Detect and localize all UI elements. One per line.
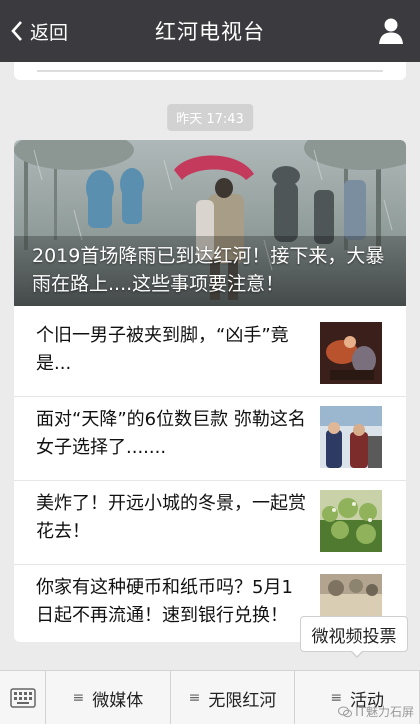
menu-label: 微媒体 <box>92 690 144 711</box>
menu-list-icon: ≡ <box>188 690 201 706</box>
divider <box>37 70 383 72</box>
watermark-text: IT魅力石屏 <box>355 705 414 719</box>
submenu-item-label: 微视频投票 <box>311 626 397 647</box>
article-title: 个旧一男子被夹到脚，“凶手”竟是... <box>36 325 289 374</box>
article-title: 面对“天降”的6位数巨款 弥勒这名女子选择了....... <box>36 409 306 458</box>
menu-weimeiti[interactable]: ≡ 微媒体 <box>46 671 171 724</box>
article-thumbnail <box>320 406 382 468</box>
submenu-item-video-vote[interactable]: 微视频投票 <box>300 616 408 652</box>
watermark: IT魅力石屏 <box>338 703 414 720</box>
wechat-icon <box>338 706 353 717</box>
bottom-menu-bar: ≡ 微媒体 ≡ 无限红河 ≡ 活动 IT魅力石屏 <box>0 670 420 724</box>
article-thumbnail <box>320 322 382 384</box>
article-thumbnail <box>320 490 382 552</box>
message-timestamp: 昨天 17:43 <box>167 104 253 131</box>
popup-caret <box>351 650 363 656</box>
top-nav-bar: 返回 红河电视台 <box>0 0 420 62</box>
chevron-left-icon <box>11 21 22 41</box>
hero-title: 2019首场降雨已到达红河！接下来，大暴雨在路上....这些事项要注意！ <box>32 245 385 295</box>
page-title: 红河电视台 <box>155 20 265 44</box>
user-icon[interactable] <box>376 16 406 46</box>
list-item[interactable]: 美炸了！开远小城的冬景，一起赏花去！ <box>14 482 406 566</box>
article-title: 你家有这种硬币和纸币吗？5月1日起不再流通！速到银行兑换！ <box>36 577 293 626</box>
menu-list-icon: ≡ <box>72 690 85 706</box>
hero-article[interactable]: 2019首场降雨已到达红河！接下来，大暴雨在路上....这些事项要注意！ <box>14 140 406 306</box>
divider <box>14 396 406 397</box>
list-item[interactable]: 个旧一男子被夹到脚，“凶手”竟是... <box>14 314 406 398</box>
list-item[interactable]: 面对“天降”的6位数巨款 弥勒这名女子选择了....... <box>14 398 406 482</box>
menu-label: 无限红河 <box>208 690 277 711</box>
article-title: 美炸了！开远小城的冬景，一起赏花去！ <box>36 493 306 542</box>
back-button[interactable]: 返回 <box>10 0 68 62</box>
keyboard-toggle-button[interactable] <box>0 671 46 724</box>
divider <box>14 564 406 565</box>
back-label: 返回 <box>30 21 69 44</box>
keyboard-icon <box>9 688 36 708</box>
article-card: 2019首场降雨已到达红河！接下来，大暴雨在路上....这些事项要注意！ 个旧一… <box>14 140 406 642</box>
previous-card <box>14 62 406 80</box>
menu-wuxian-honghe[interactable]: ≡ 无限红河 <box>171 671 296 724</box>
divider <box>14 480 406 481</box>
